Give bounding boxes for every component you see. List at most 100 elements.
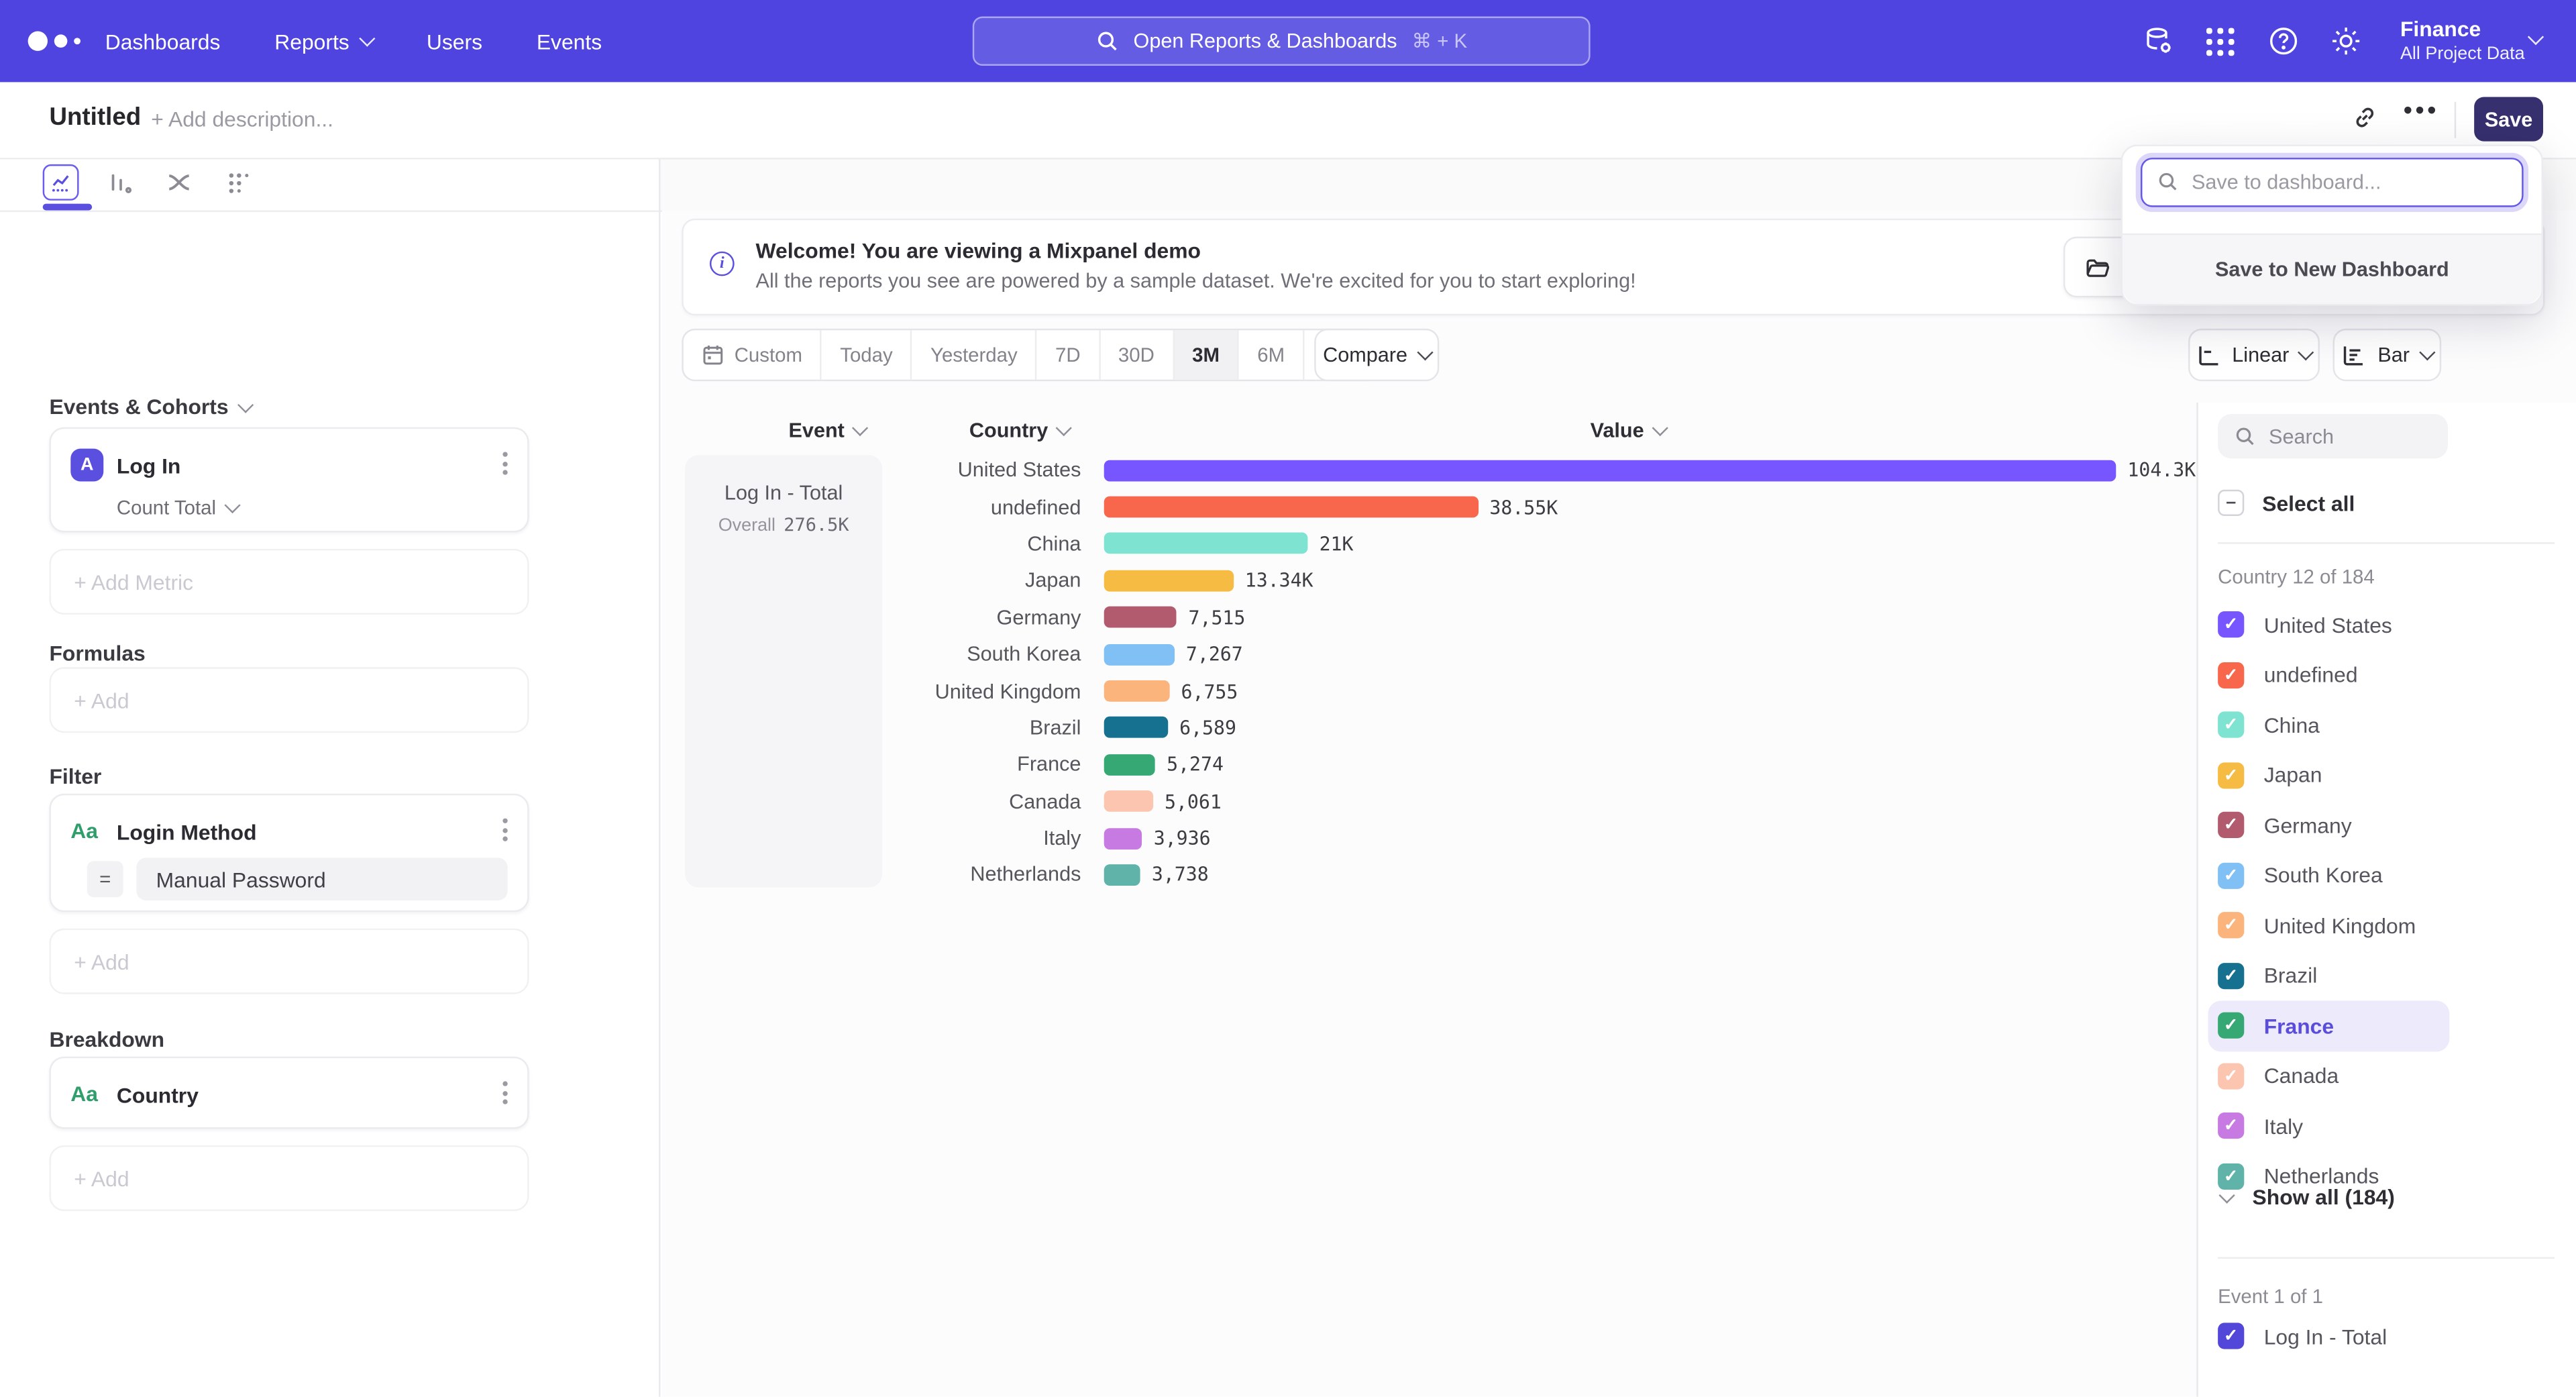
checkbox-checked-icon[interactable]: ✓ xyxy=(2218,812,2244,838)
save-to-new-dashboard-button[interactable]: Save to New Dashboard xyxy=(2123,234,2541,304)
bar-segment[interactable] xyxy=(1104,533,1308,555)
bar-segment[interactable] xyxy=(1104,864,1140,886)
segment-search-input[interactable]: Search xyxy=(2218,414,2448,458)
country-item-united-kingdom[interactable]: ✓United Kingdom xyxy=(2208,900,2449,951)
tab-funnels[interactable] xyxy=(102,164,138,201)
nav-users[interactable]: Users xyxy=(427,29,482,54)
column-header-event[interactable]: Event xyxy=(789,419,866,442)
bar-segment[interactable] xyxy=(1104,570,1234,591)
filter-operator[interactable]: = xyxy=(87,861,123,897)
country-item-canada[interactable]: ✓Canada xyxy=(2208,1051,2449,1101)
checkbox-checked-icon[interactable]: ✓ xyxy=(2218,662,2244,688)
mixpanel-logo-icon[interactable] xyxy=(28,32,80,51)
filter-kebab-icon[interactable] xyxy=(502,819,507,841)
date-label: 6M xyxy=(1257,344,1285,366)
country-item-japan[interactable]: ✓Japan xyxy=(2208,750,2449,800)
project-chevron-down-icon[interactable] xyxy=(2528,29,2544,45)
add-description-field[interactable]: + Add description... xyxy=(151,107,333,132)
select-all-row[interactable]: – Select all xyxy=(2218,490,2355,516)
metric-name[interactable]: Log In xyxy=(117,454,181,478)
country-item-france[interactable]: ✓France xyxy=(2208,1000,2449,1051)
country-item-italy[interactable]: ✓Italy xyxy=(2208,1101,2449,1151)
nav-reports[interactable]: Reports xyxy=(274,29,372,54)
event-item-checkbox[interactable]: ✓ xyxy=(2218,1323,2244,1349)
tab-flows[interactable] xyxy=(161,164,197,201)
checkbox-checked-icon[interactable]: ✓ xyxy=(2218,762,2244,788)
date-6m[interactable]: 6M xyxy=(1239,330,1304,379)
events-cohorts-header[interactable]: Events & Cohorts xyxy=(49,395,251,419)
add-metric-button[interactable]: + Add Metric xyxy=(49,549,529,615)
project-switcher[interactable]: Finance All Project Data xyxy=(2400,16,2525,67)
bar-value-label: 6,755 xyxy=(1181,680,1238,703)
country-item-south-korea[interactable]: ✓South Korea xyxy=(2208,850,2449,900)
checkbox-checked-icon[interactable]: ✓ xyxy=(2218,1063,2244,1089)
date-label: Today xyxy=(840,344,892,366)
tab-retention[interactable] xyxy=(220,164,256,201)
tab-insights[interactable] xyxy=(43,164,79,201)
checkbox-indeterminate-icon[interactable]: – xyxy=(2218,490,2244,516)
date-30d[interactable]: 30D xyxy=(1100,330,1174,379)
nav-events[interactable]: Events xyxy=(537,29,602,54)
apps-grid-icon[interactable] xyxy=(2203,24,2237,58)
date-today[interactable]: Today xyxy=(822,330,912,379)
filter-value[interactable]: Manual Password xyxy=(136,858,507,900)
checkbox-checked-icon[interactable]: ✓ xyxy=(2218,862,2244,888)
bar-category-label: United Kingdom xyxy=(662,680,1081,703)
bar-segment[interactable] xyxy=(1104,680,1170,702)
country-item-united-states[interactable]: ✓United States xyxy=(2208,600,2449,650)
checkbox-checked-icon[interactable]: ✓ xyxy=(2218,913,2244,939)
metric-card-log-in[interactable]: A Log In Count Total xyxy=(49,427,529,533)
value-mode-dropdown[interactable]: Linear xyxy=(2188,329,2320,381)
save-button[interactable]: Save xyxy=(2474,97,2543,141)
help-icon[interactable] xyxy=(2265,24,2300,58)
bar-segment[interactable] xyxy=(1104,827,1142,849)
add-breakdown-button[interactable]: + Add xyxy=(49,1145,529,1211)
save-dashboard-search-input[interactable] xyxy=(2141,158,2524,207)
country-item-brazil[interactable]: ✓Brazil xyxy=(2208,951,2449,1001)
checkbox-checked-icon[interactable]: ✓ xyxy=(2218,612,2244,638)
checkbox-checked-icon[interactable]: ✓ xyxy=(2218,712,2244,738)
checkbox-checked-icon[interactable]: ✓ xyxy=(2218,962,2244,988)
show-all-button[interactable]: Show all (184) xyxy=(2221,1185,2395,1210)
bar-segment[interactable] xyxy=(1104,754,1155,776)
copy-link-icon[interactable] xyxy=(2351,103,2379,132)
breakdown-property-name[interactable]: Country xyxy=(117,1083,199,1108)
column-header-country[interactable]: Country xyxy=(969,419,1069,442)
chevron-down-icon xyxy=(2218,1186,2235,1202)
add-formula-button[interactable]: + Add xyxy=(49,667,529,733)
metric-aggregation[interactable]: Count Total xyxy=(117,497,237,519)
filter-card-login-method[interactable]: Aa Login Method = Manual Password xyxy=(49,794,529,912)
bar-segment[interactable] xyxy=(1104,717,1168,739)
data-management-icon[interactable] xyxy=(2141,24,2175,58)
checkbox-checked-icon[interactable]: ✓ xyxy=(2218,1113,2244,1139)
report-title[interactable]: Untitled xyxy=(49,103,141,132)
breakdown-kebab-icon[interactable] xyxy=(502,1081,507,1104)
checkbox-checked-icon[interactable]: ✓ xyxy=(2218,1013,2244,1039)
country-item-china[interactable]: ✓China xyxy=(2208,700,2449,750)
country-item-undefined[interactable]: ✓undefined xyxy=(2208,650,2449,701)
bar-segment[interactable] xyxy=(1104,790,1153,812)
country-item-germany[interactable]: ✓Germany xyxy=(2208,800,2449,851)
date-yesterday[interactable]: Yesterday xyxy=(912,330,1037,379)
chevron-down-icon xyxy=(1055,420,1071,436)
date-custom[interactable]: Custom xyxy=(684,330,822,379)
more-actions-icon[interactable]: ••• xyxy=(2404,97,2439,125)
column-header-value[interactable]: Value xyxy=(1591,419,1666,442)
compare-button[interactable]: Compare xyxy=(1314,329,1439,381)
bar-segment[interactable] xyxy=(1104,460,2116,481)
date-7d[interactable]: 7D xyxy=(1037,330,1100,379)
nav-dashboards[interactable]: Dashboards xyxy=(105,29,221,54)
filter-property-name[interactable]: Login Method xyxy=(117,820,257,845)
add-filter-button[interactable]: + Add xyxy=(49,929,529,994)
chart-type-dropdown[interactable]: Bar xyxy=(2333,329,2442,381)
event-item-log-in-total[interactable]: ✓ Log In - Total xyxy=(2218,1323,2387,1349)
bar-segment[interactable] xyxy=(1104,643,1175,665)
settings-gear-icon[interactable] xyxy=(2328,24,2362,58)
global-search-button[interactable]: Open Reports & Dashboards ⌘ + K xyxy=(973,16,1591,65)
breakdown-card-country[interactable]: Aa Country xyxy=(49,1057,529,1129)
date-3m[interactable]: 3M xyxy=(1174,330,1239,379)
metric-kebab-icon[interactable] xyxy=(502,452,507,474)
bar-segment[interactable] xyxy=(1104,607,1177,628)
bar-segment[interactable] xyxy=(1104,497,1479,518)
bar-row-united-states: United States104.3K xyxy=(662,452,2190,488)
